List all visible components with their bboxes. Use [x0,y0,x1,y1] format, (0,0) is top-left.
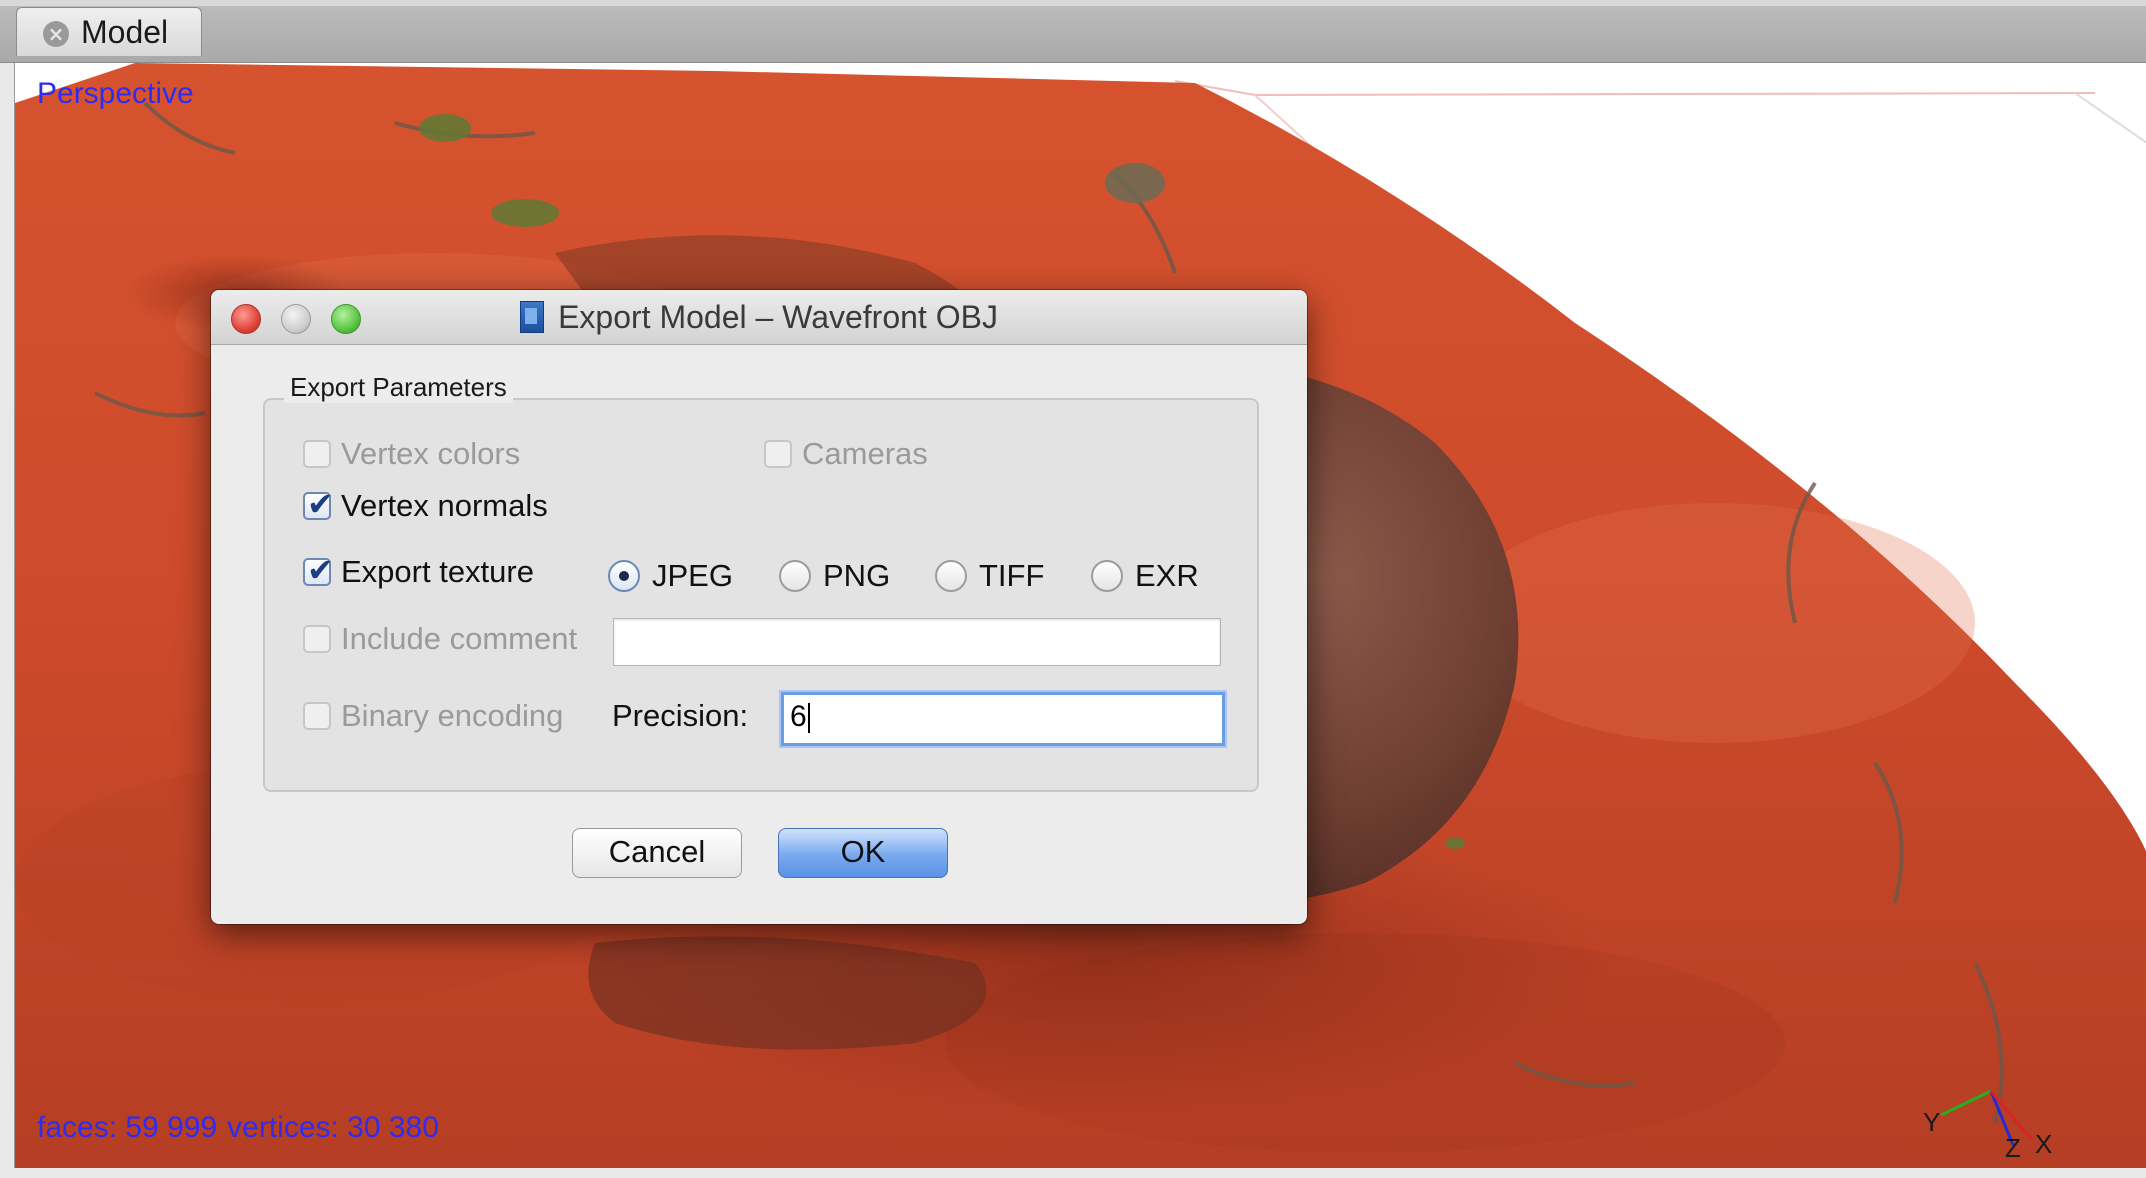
text-caret [807,703,810,734]
axis-z-label: Z [2005,1133,2021,1163]
format-tiff-radio[interactable] [935,560,967,592]
format-exr-option[interactable]: EXR [1091,558,1199,594]
format-jpeg-radio[interactable] [608,560,640,592]
vertices-count: vertices: 30 380 [227,1111,439,1144]
format-tiff-option[interactable]: TIFF [935,558,1044,594]
dialog-title-area: Export Model – Wavefront OBJ [211,290,1307,344]
cancel-button[interactable]: Cancel [572,828,742,878]
format-jpeg-label: JPEG [652,558,733,593]
format-tiff-label: TIFF [979,558,1045,593]
export-texture-checkbox[interactable] [303,552,334,588]
ok-button[interactable]: OK [778,828,948,878]
format-exr-radio[interactable] [1091,560,1123,592]
export-model-dialog: Export Model – Wavefront OBJ Export Para… [211,290,1307,924]
format-png-radio[interactable] [779,560,811,592]
precision-value: 6 [790,700,807,733]
cameras-checkbox[interactable] [764,440,792,468]
include-comment-option[interactable]: Include comment [303,621,577,657]
export-texture-option[interactable]: Export texture [303,552,534,590]
app-icon [520,301,545,333]
binary-encoding-checkbox[interactable] [303,702,331,730]
precision-label: Precision: [612,698,749,733]
view-mode-label: Perspective [37,77,194,110]
faces-count: faces: 59 999 [37,1111,218,1144]
precision-label-wrap: Precision: [612,698,748,734]
binary-encoding-label: Binary encoding [341,698,564,733]
vertex-colors-label: Vertex colors [341,436,521,471]
binary-encoding-option[interactable]: Binary encoding [303,698,563,734]
tab-model-label: Model [81,13,169,50]
format-png-label: PNG [823,558,891,593]
precision-input[interactable]: 6 [781,692,1225,746]
include-comment-checkbox[interactable] [303,625,331,653]
axis-gizmo-icon: Y Z X [1923,1089,2052,1163]
dialog-title: Export Model – Wavefront OBJ [558,298,998,335]
vertex-normals-option[interactable]: Vertex normals [303,486,548,524]
vertex-colors-checkbox[interactable] [303,440,331,468]
export-texture-label: Export texture [341,554,534,589]
group-title: Export Parameters [284,372,513,403]
axis-x-label: X [2035,1129,2052,1159]
dialog-title-bar[interactable]: Export Model – Wavefront OBJ [211,290,1307,345]
close-icon[interactable]: × [43,21,69,47]
window-top-edge [0,0,2146,6]
tab-model[interactable]: × Model [16,7,202,56]
format-exr-label: EXR [1135,558,1199,593]
comment-input[interactable] [613,618,1221,666]
vertex-normals-checkbox[interactable] [303,486,334,522]
include-comment-label: Include comment [341,621,578,656]
cameras-option[interactable]: Cameras [764,436,928,472]
format-png-option[interactable]: PNG [779,558,890,594]
cameras-label: Cameras [802,436,928,471]
vertex-colors-option[interactable]: Vertex colors [303,436,520,472]
format-jpeg-option[interactable]: JPEG [608,558,733,594]
mesh-stats: faces: 59 999 vertices: 30 380 [37,1111,439,1145]
axis-y-label: Y [1923,1107,1940,1137]
vertex-normals-label: Vertex normals [341,488,548,523]
tab-bar: × Model [0,0,2146,63]
